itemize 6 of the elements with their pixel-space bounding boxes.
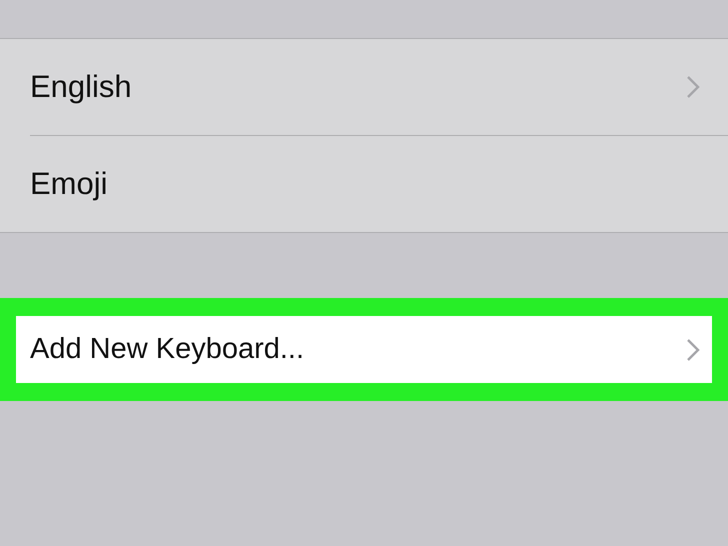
settings-row[interactable]: Emoji [0, 136, 728, 232]
row-label: Emoji [30, 166, 108, 202]
settings-row[interactable]: Add New Keyboard... [16, 316, 712, 383]
row-label: Add New Keyboard... [30, 333, 304, 366]
row-label: English [30, 69, 132, 105]
settings-row[interactable]: English [0, 39, 728, 135]
